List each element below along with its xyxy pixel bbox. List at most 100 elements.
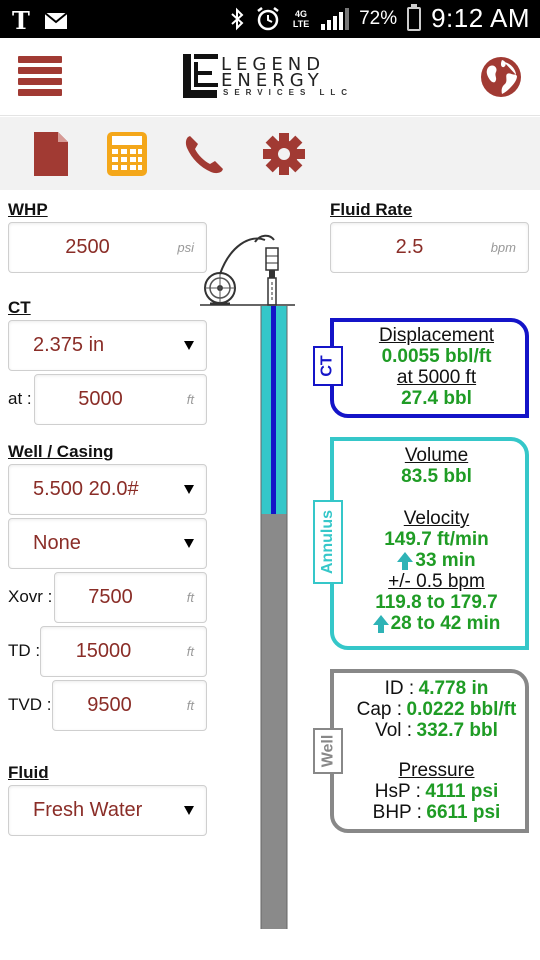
time-range-value: 28 to 42 min bbox=[390, 613, 501, 634]
arrow-up-icon bbox=[397, 551, 414, 570]
company-logo: LEGEND ENERGY SERVICES LLC bbox=[183, 54, 358, 100]
xovr-input[interactable]: 7500 ft bbox=[54, 572, 207, 623]
second-casing-value: None bbox=[33, 532, 81, 554]
ct-size-select[interactable]: 2.375 in bbox=[8, 320, 207, 371]
displacement-title: Displacement bbox=[378, 325, 495, 346]
ct-volume-value: 27.4 bbl bbox=[401, 388, 472, 409]
volume-title: Volume bbox=[404, 445, 469, 466]
pressure-title: Pressure bbox=[398, 760, 475, 781]
fluid-rate-input[interactable]: 2.5 bpm bbox=[330, 222, 529, 273]
battery-percent: 72% bbox=[359, 7, 398, 29]
alarm-icon bbox=[257, 6, 279, 30]
td-value: 15000 bbox=[75, 640, 132, 662]
vol-row: Vol : 332.7 bbl bbox=[348, 720, 525, 741]
menu-icon-bar bbox=[18, 89, 62, 96]
calculator-icon[interactable] bbox=[106, 131, 148, 177]
menu-icon-bar bbox=[18, 78, 62, 85]
well-casing-label: Well / Casing bbox=[8, 442, 114, 461]
phone-icon[interactable] bbox=[182, 131, 226, 177]
signal-icon bbox=[321, 7, 350, 30]
hsp-label: HsP : bbox=[374, 781, 421, 802]
clock: 9:12 AM bbox=[431, 3, 530, 33]
network-type: 4G LTE bbox=[292, 8, 310, 29]
tvd-label: TVD : bbox=[8, 695, 52, 714]
dropdown-arrow-icon bbox=[184, 340, 194, 350]
annulus-results-box: Volume 83.5 bbl Velocity 149.7 ft/min 33… bbox=[330, 437, 529, 650]
vol-value: 332.7 bbl bbox=[416, 720, 498, 741]
tvd-unit: ft bbox=[186, 698, 194, 713]
menu-icon-bar bbox=[18, 67, 62, 74]
vol-label: Vol : bbox=[375, 720, 413, 741]
id-label: ID : bbox=[384, 678, 415, 699]
reel-icon bbox=[204, 237, 266, 306]
logo-text-services: SERVICES LLC bbox=[223, 88, 354, 97]
status-bar: T 4G LTE 72% 9:12 AM bbox=[0, 0, 540, 38]
fluid-rate-value: 2.5 bbox=[395, 236, 424, 258]
bhp-row: BHP : 6611 psi bbox=[348, 802, 525, 823]
gear-icon[interactable] bbox=[262, 131, 306, 177]
ct-depth-unit: ft bbox=[186, 392, 194, 407]
up-time-value: 33 min bbox=[415, 550, 476, 571]
bluetooth-icon bbox=[231, 7, 244, 30]
td-unit: ft bbox=[186, 644, 194, 659]
ct-depth-input[interactable]: 5000 ft bbox=[34, 374, 207, 425]
bhp-value: 6611 psi bbox=[426, 802, 501, 823]
casing-select[interactable]: 5.500 20.0# bbox=[8, 464, 207, 515]
id-row: ID : 4.778 in bbox=[348, 678, 525, 699]
velocity-range-value: 119.8 to 179.7 bbox=[375, 592, 498, 613]
ct-tag-label: CT bbox=[318, 355, 336, 377]
xovr-unit: ft bbox=[186, 590, 194, 605]
menu-button[interactable] bbox=[18, 56, 62, 96]
well-tag-label: Well bbox=[319, 734, 337, 768]
ct-label: CT bbox=[8, 298, 31, 317]
xovr-value: 7500 bbox=[88, 586, 133, 608]
dropdown-arrow-icon bbox=[184, 805, 194, 815]
ct-size-value: 2.375 in bbox=[33, 334, 105, 356]
whp-label: WHP bbox=[8, 200, 48, 219]
coiled-tubing bbox=[271, 306, 276, 514]
annulus-tag: Annulus bbox=[313, 500, 343, 584]
annulus-tag-label: Annulus bbox=[319, 510, 336, 574]
rate-range-title: +/- 0.5 bpm bbox=[388, 571, 485, 592]
hsp-row: HsP : 4111 psi bbox=[348, 781, 525, 802]
cap-row: Cap : 0.0222 bbl/ft bbox=[348, 699, 525, 720]
td-label: TD : bbox=[8, 641, 41, 660]
up-time-row: 33 min bbox=[348, 550, 525, 571]
ct-depth-value: 5000 bbox=[78, 388, 123, 410]
cap-value: 0.0222 bbl/ft bbox=[406, 699, 517, 720]
toolbar bbox=[0, 117, 540, 190]
annulus-volume-value: 83.5 bbl bbox=[401, 466, 472, 487]
mail-icon bbox=[44, 11, 68, 29]
td-input[interactable]: 15000 ft bbox=[40, 626, 207, 677]
battery-icon bbox=[407, 3, 422, 31]
ct-at-label: at : bbox=[8, 389, 32, 408]
ct-tag: CT bbox=[313, 346, 343, 386]
app-header: LEGEND ENERGY SERVICES LLC bbox=[0, 38, 540, 116]
well-results-box: ID : 4.778 in Cap : 0.0222 bbl/ft Vol : … bbox=[330, 669, 529, 833]
id-value: 4.778 in bbox=[418, 678, 489, 699]
fluid-select[interactable]: Fresh Water bbox=[8, 785, 207, 836]
document-icon[interactable] bbox=[30, 131, 74, 177]
xovr-label: Xovr : bbox=[8, 587, 53, 606]
fluid-value: Fresh Water bbox=[33, 799, 143, 821]
logo-mark bbox=[183, 54, 218, 98]
time-range-row: 28 to 42 min bbox=[348, 613, 525, 634]
whp-unit: psi bbox=[177, 240, 194, 255]
tvd-value: 9500 bbox=[87, 694, 132, 716]
menu-icon-bar bbox=[18, 56, 62, 63]
cap-label: Cap : bbox=[356, 699, 403, 720]
arrow-up-icon bbox=[372, 614, 389, 633]
velocity-title: Velocity bbox=[403, 508, 470, 529]
whp-input[interactable]: 2500 psi bbox=[8, 222, 207, 273]
injector-icon bbox=[254, 234, 279, 306]
tvd-input[interactable]: 9500 ft bbox=[52, 680, 207, 731]
fluid-rate-label: Fluid Rate bbox=[330, 200, 413, 219]
velocity-value: 149.7 ft/min bbox=[384, 529, 489, 550]
globe-icon[interactable] bbox=[480, 56, 522, 98]
ct-results-box: Displacement 0.0055 bbl/ft at 5000 ft 27… bbox=[330, 318, 529, 418]
casing-value: 5.500 20.0# bbox=[33, 478, 139, 500]
fluid-rate-unit: bpm bbox=[490, 240, 516, 255]
displacement-depth: at 5000 ft bbox=[396, 367, 477, 388]
dropdown-arrow-icon bbox=[184, 538, 194, 548]
second-casing-select[interactable]: None bbox=[8, 518, 207, 569]
